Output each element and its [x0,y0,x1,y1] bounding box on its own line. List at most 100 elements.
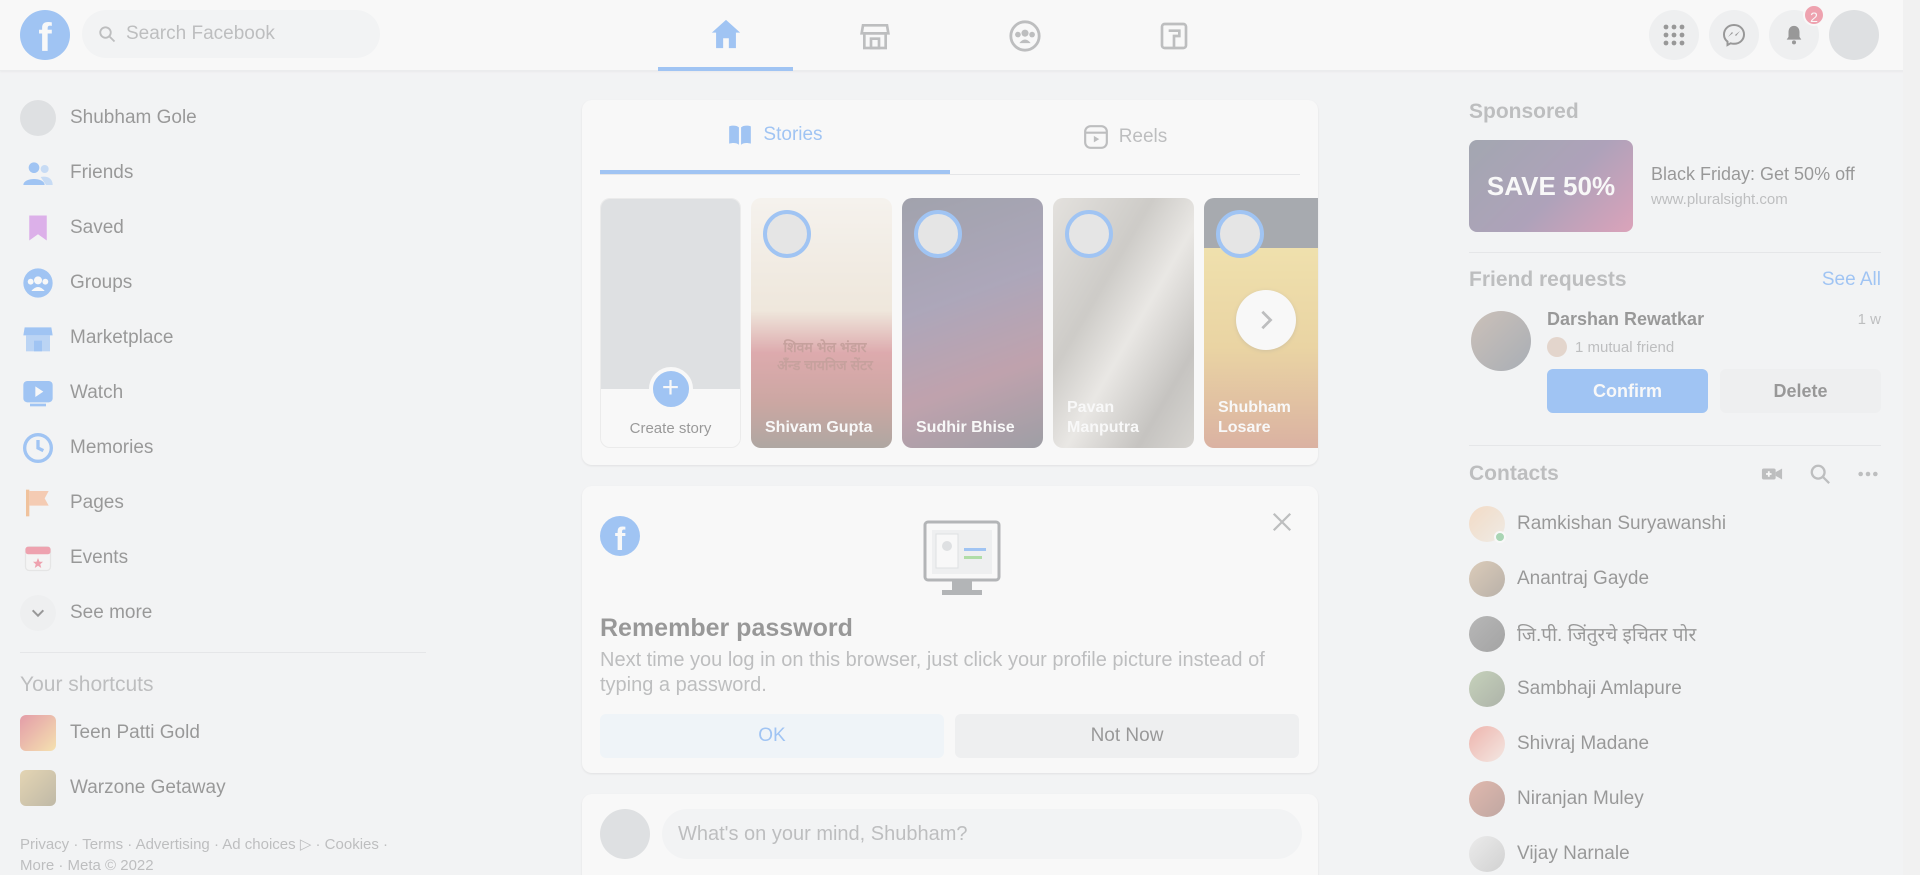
create-story-card[interactable]: + Create story [600,198,741,448]
nav-tab-groups[interactable] [957,0,1092,71]
friends-icon [20,155,56,191]
right-sidebar: Sponsored SAVE 50% Black Friday: Get 50%… [1469,90,1881,875]
story-card[interactable]: Pavan Manputra [1053,198,1194,448]
story-avatar [763,210,811,258]
contact-avatar [1469,615,1505,652]
sidebar-item-saved[interactable]: Saved [8,200,438,255]
messenger-button[interactable] [1709,10,1759,60]
tab-stories[interactable]: Stories [600,100,950,174]
not-now-button[interactable]: Not Now [955,714,1299,758]
divider [1469,252,1881,253]
account-avatar[interactable] [1829,10,1879,60]
contact-avatar [1469,725,1505,762]
search-box[interactable] [82,10,380,58]
story-card[interactable]: शिवम भेल भंडार अँन्ड चायनिज सेंटर Shivam… [751,198,892,448]
sidebar-item-label: See more [70,601,153,623]
flag-icon [20,485,56,521]
chevron-down-icon [20,594,56,631]
sidebar-item-label: Friends [70,161,134,183]
page-scrollbar[interactable] [1903,0,1920,875]
reels-icon [1083,125,1108,149]
messenger-icon [1722,23,1746,47]
ok-button[interactable]: OK [600,714,944,758]
notification-badge: 2 [1803,4,1825,26]
contact-item[interactable]: Niranjan Muley [1469,771,1881,826]
calendar-icon [20,540,56,576]
gaming-icon [1160,22,1187,49]
menu-button[interactable] [1649,10,1699,60]
sidebar-item-watch[interactable]: Watch [8,365,438,420]
new-room-icon[interactable] [1761,463,1783,485]
top-navigation-bar: f 2 [0,0,1920,71]
mutual-friend-avatar [1547,337,1567,357]
sidebar-item-label: Groups [70,271,133,293]
contact-item[interactable]: Ramkishan Suryawanshi [1469,496,1881,551]
story-name: Pavan Manputra [1067,399,1139,436]
clock-icon [20,430,56,466]
contact-item[interactable]: Sambhaji Amlapure [1469,661,1881,716]
bookmark-icon [20,210,56,246]
nav-tab-gaming[interactable] [1106,0,1241,71]
sidebar-item-memories[interactable]: Memories [8,420,438,475]
mutual-friends[interactable]: 1 mutual friend [1575,339,1674,356]
contact-item[interactable]: Anantraj Gayde [1469,551,1881,606]
contact-avatar [1469,780,1505,817]
chevron-right-icon [1261,310,1273,330]
contact-name: Niranjan Muley [1517,787,1644,809]
store-icon [20,320,56,356]
marketplace-icon [859,23,890,49]
friend-request-item: Darshan Rewatkar 1 w 1 mutual friend Con… [1469,303,1881,433]
request-time: 1 w [1857,311,1881,328]
close-button[interactable] [1264,504,1300,540]
contact-item[interactable]: Shivraj Madane [1469,716,1881,771]
search-icon[interactable] [1809,463,1831,485]
more-options-icon[interactable] [1857,463,1879,485]
footer-line[interactable]: More · Meta © 2022 [20,855,420,875]
watch-icon [20,375,56,411]
sidebar-item-pages[interactable]: Pages [8,475,438,530]
create-story-label: Create story [629,420,712,437]
sponsored-ad[interactable]: SAVE 50% Black Friday: Get 50% off www.p… [1469,140,1881,232]
composer-input[interactable]: What's on your mind, Shubham? [662,809,1302,859]
facebook-logo[interactable]: f [20,10,70,60]
post-composer: What's on your mind, Shubham? [582,794,1318,875]
nav-tab-marketplace[interactable] [807,0,942,71]
notifications-button[interactable]: 2 [1769,4,1825,60]
left-sidebar: Shubham Gole Friends Saved Groups Market… [8,90,438,815]
sidebar-item-events[interactable]: Events [8,530,438,585]
home-icon [711,19,740,48]
see-more-button[interactable]: See more [8,585,438,640]
sidebar-item-friends[interactable]: Friends [8,145,438,200]
shortcut-warzone-getaway[interactable]: Warzone Getaway [8,760,438,815]
see-all-link[interactable]: See All [1822,269,1881,291]
contact-item[interactable]: जि.पी. जिंतुरचे इचितर पोर [1469,606,1881,661]
requester-name[interactable]: Darshan Rewatkar [1547,309,1704,330]
sidebar-item-groups[interactable]: Groups [8,255,438,310]
book-icon [729,125,752,145]
sidebar-item-label: Shubham Gole [70,106,197,128]
contact-avatar [1469,560,1505,597]
stories-card: Stories Reels + Create story शिवम भेल भं… [582,100,1318,465]
story-avatar [914,210,962,258]
story-card[interactable]: Sudhir Bhise [902,198,1043,448]
search-icon [99,26,116,43]
stories-next-button[interactable] [1236,290,1296,350]
grid-menu-icon [1663,24,1685,46]
footer-line[interactable]: Privacy · Terms · Advertising · Ad choic… [20,834,420,855]
sidebar-item-profile[interactable]: Shubham Gole [8,90,438,145]
sidebar-item-marketplace[interactable]: Marketplace [8,310,438,365]
delete-button[interactable]: Delete [1720,369,1881,413]
contact-item[interactable]: Vijay Narnale [1469,826,1881,875]
teen-patti-gold-thumbnail [20,714,56,751]
shortcut-teen-patti-gold[interactable]: Teen Patti Gold [8,705,438,760]
requester-avatar[interactable] [1471,311,1531,371]
sidebar-item-label: Watch [70,381,124,403]
sidebar-item-label: Memories [70,436,154,458]
facebook-logo: f [600,516,640,557]
search-input[interactable] [126,23,346,45]
confirm-button[interactable]: Confirm [1547,369,1708,413]
nav-tab-home[interactable] [658,0,793,71]
tab-reels[interactable]: Reels [950,100,1300,174]
profile-avatar [20,99,56,136]
story-name: Sudhir Bhise [916,419,1015,436]
